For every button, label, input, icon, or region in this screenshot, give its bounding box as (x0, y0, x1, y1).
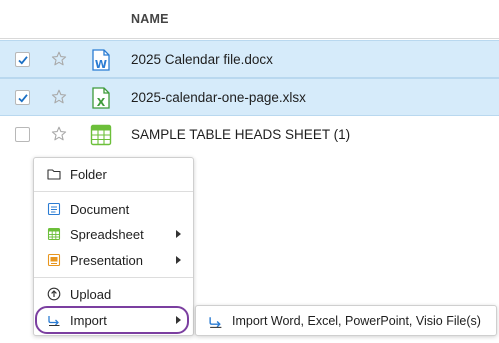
row-checkbox[interactable] (15, 90, 30, 105)
smartsheet-grid-icon (90, 124, 112, 146)
table-row[interactable]: X 2025-calendar-one-page.xlsx (0, 78, 499, 116)
menu-divider (34, 277, 193, 278)
folder-icon (47, 169, 61, 180)
menu-item-label: Presentation (70, 253, 143, 268)
word-doc-icon: W (92, 49, 110, 71)
menu-item-presentation[interactable]: Presentation (34, 248, 193, 272)
document-icon (47, 202, 61, 216)
import-highlight-outline (35, 306, 189, 334)
import-icon (209, 317, 222, 328)
submenu-arrow-icon (176, 230, 181, 238)
submenu-item-import-office-files[interactable]: Import Word, Excel, PowerPoint, Visio Fi… (196, 306, 496, 335)
menu-item-spreadsheet[interactable]: Spreadsheet (34, 222, 193, 246)
menu-item-label: Spreadsheet (70, 227, 144, 242)
svg-text:W: W (95, 58, 107, 71)
file-name[interactable]: SAMPLE TABLE HEADS SHEET (1) (131, 127, 350, 142)
row-checkbox[interactable] (15, 127, 30, 142)
table-header: NAME (0, 0, 499, 39)
file-name[interactable]: 2025 Calendar file.docx (131, 52, 273, 67)
table-row[interactable]: W 2025 Calendar file.docx (0, 40, 499, 78)
import-submenu: Import Word, Excel, PowerPoint, Visio Fi… (195, 305, 497, 336)
submenu-item-label: Import Word, Excel, PowerPoint, Visio Fi… (232, 314, 481, 328)
svg-text:X: X (97, 96, 106, 109)
submenu-arrow-icon (176, 256, 181, 264)
checkmark-icon (18, 56, 28, 65)
upload-icon (47, 287, 61, 301)
menu-item-folder[interactable]: Folder (34, 162, 193, 186)
checkmark-icon (18, 94, 28, 103)
menu-divider (34, 191, 193, 192)
file-name[interactable]: 2025-calendar-one-page.xlsx (131, 90, 306, 105)
table-row[interactable]: SAMPLE TABLE HEADS SHEET (1) (0, 116, 499, 154)
menu-item-document[interactable]: Document (34, 197, 193, 221)
star-icon[interactable] (51, 51, 67, 67)
presentation-icon (47, 253, 61, 267)
menu-item-label: Upload (70, 287, 112, 302)
star-icon[interactable] (51, 126, 67, 142)
excel-sheet-icon: X (92, 87, 110, 109)
menu-item-label: Folder (70, 167, 107, 182)
star-icon[interactable] (51, 89, 67, 105)
spreadsheet-icon (47, 227, 61, 241)
row-checkbox[interactable] (15, 52, 30, 67)
name-column-header[interactable]: NAME (131, 12, 169, 26)
menu-item-label: Document (70, 202, 130, 217)
menu-item-upload[interactable]: Upload (34, 282, 193, 306)
